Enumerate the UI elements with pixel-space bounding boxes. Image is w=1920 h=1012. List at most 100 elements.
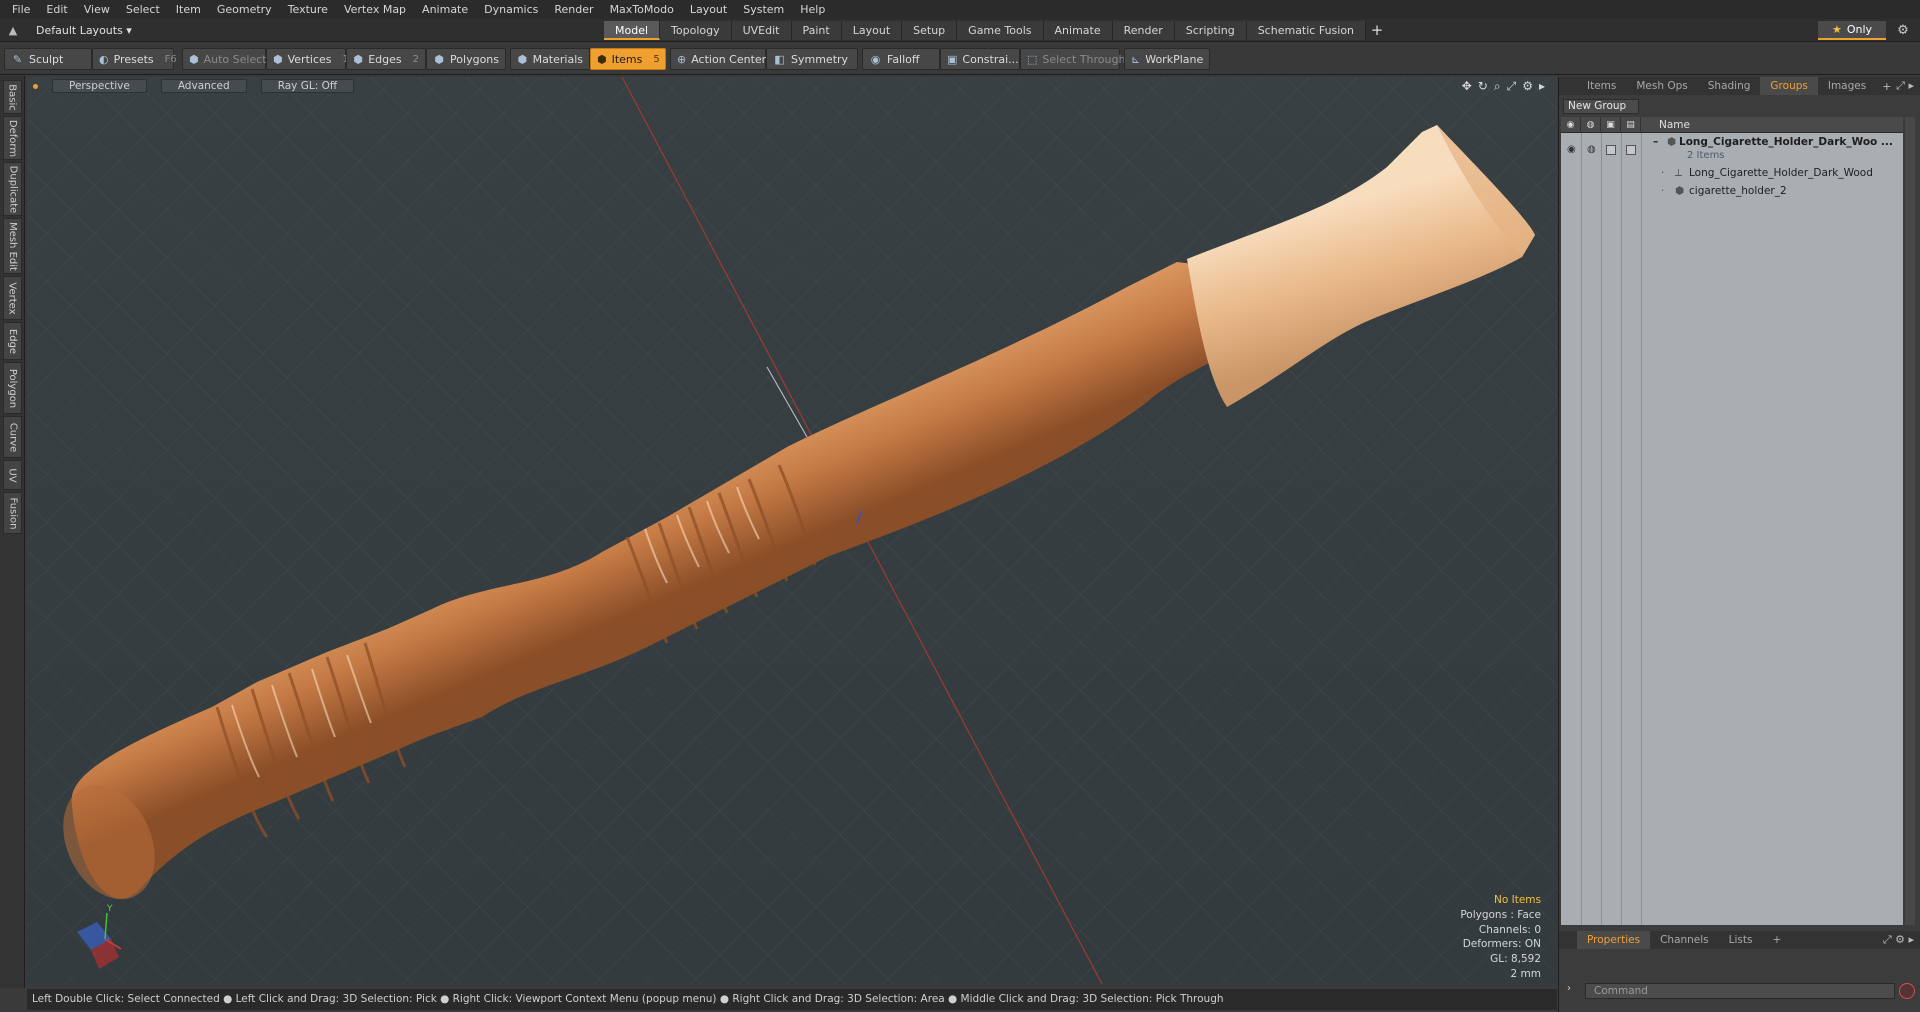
holder-body: [71, 262, 1378, 899]
vertices-button[interactable]: ⬢ Vertices 1: [266, 48, 349, 70]
tab-paint[interactable]: Paint: [791, 21, 842, 40]
command-record-icon[interactable]: [1899, 983, 1915, 999]
tab-setup[interactable]: Setup: [902, 21, 958, 40]
view-mode-dropdown[interactable]: Perspective: [52, 79, 147, 93]
tab-items[interactable]: Items: [1577, 77, 1626, 95]
menu-animate[interactable]: Animate: [414, 0, 476, 19]
visibility-column-icon[interactable]: ◉: [1561, 117, 1581, 133]
menu-select[interactable]: Select: [118, 0, 168, 19]
left-tab-fusion-label: Fusion: [7, 497, 18, 529]
info-channels: Channels: 0: [1478, 923, 1541, 936]
lock-column-icon[interactable]: ▣: [1601, 117, 1621, 133]
left-tab-deform-label: Deform: [7, 119, 19, 157]
left-tab-edge[interactable]: Edge: [3, 322, 22, 360]
name-column-header[interactable]: Name: [1659, 117, 1690, 133]
left-tab-curve[interactable]: Curve: [3, 416, 22, 458]
menu-item[interactable]: Item: [168, 0, 209, 19]
raygl-toggle[interactable]: Ray GL: Off: [260, 79, 355, 93]
tab-schematic-fusion[interactable]: Schematic Fusion: [1246, 21, 1367, 40]
select-column-icon[interactable]: ▤: [1621, 117, 1641, 133]
constraints-label: Constrai...: [962, 52, 1019, 66]
select-through-button[interactable]: ⬚ Select Through: [1020, 48, 1125, 70]
tab-topology[interactable]: Topology: [660, 21, 732, 40]
bottom-panel-tools-icon[interactable]: ⤢ ⚙ ▸: [1883, 931, 1914, 949]
layout-selector[interactable]: Default Layouts ▾: [26, 24, 142, 37]
left-tab-uv[interactable]: UV: [3, 460, 22, 490]
tab-render[interactable]: Render: [1112, 21, 1175, 40]
menu-view[interactable]: View: [76, 0, 118, 19]
maximize-view-icon[interactable]: ⤢: [1507, 79, 1517, 94]
list-item[interactable]: · ⟂ Long_Cigarette_Holder_Dark_Wood: [1561, 165, 1903, 181]
menu-geometry[interactable]: Geometry: [209, 0, 280, 19]
items-icon: ⬢: [597, 52, 607, 66]
presets-button[interactable]: ◐ Presets F6: [92, 48, 177, 70]
move-view-icon[interactable]: ✥: [1462, 79, 1472, 94]
menu-layout[interactable]: Layout: [682, 0, 735, 19]
left-tab-deform[interactable]: Deform: [3, 116, 22, 160]
polygons-label: Polygons: [450, 52, 499, 66]
tab-properties[interactable]: Properties: [1577, 931, 1651, 949]
list-item[interactable]: · ⬢ cigarette_holder_2: [1561, 183, 1903, 199]
tab-lists[interactable]: Lists: [1719, 931, 1763, 949]
menu-render[interactable]: Render: [546, 0, 601, 19]
sculpt-button[interactable]: ✎ Sculpt: [4, 48, 92, 70]
menu-dynamics[interactable]: Dynamics: [476, 0, 546, 19]
menu-vertex-map[interactable]: Vertex Map: [336, 0, 414, 19]
tab-shading[interactable]: Shading: [1698, 77, 1761, 95]
edges-button[interactable]: ⬢ Edges 2: [346, 48, 426, 70]
3d-viewport[interactable]: Y Perspective Advanced Ray GL: Off ✥ ↻ ⌕…: [27, 77, 1557, 984]
tab-channels[interactable]: Channels: [1650, 931, 1719, 949]
left-tab-basic[interactable]: Basic: [3, 80, 22, 114]
column-divider: [1581, 133, 1582, 925]
left-tab-mesh-edit[interactable]: Mesh Edit: [3, 218, 22, 274]
left-tab-duplicate[interactable]: Duplicate: [3, 162, 22, 216]
tab-scripting[interactable]: Scripting: [1174, 21, 1247, 40]
only-button[interactable]: ★ Only: [1818, 21, 1886, 40]
zoom-view-icon[interactable]: ⌕: [1494, 79, 1501, 94]
status-bar: Left Double Click: Select Connected ● Le…: [27, 989, 1557, 1010]
left-tab-fusion[interactable]: Fusion: [3, 492, 22, 534]
items-shortcut: 5: [653, 53, 660, 65]
shading-dropdown[interactable]: Advanced: [160, 79, 247, 93]
tab-layout[interactable]: Layout: [841, 21, 903, 40]
left-tab-vertex[interactable]: Vertex: [3, 276, 22, 320]
tab-mesh-ops[interactable]: Mesh Ops: [1626, 77, 1697, 95]
add-bottom-tab-icon[interactable]: +: [1762, 931, 1791, 949]
menu-texture[interactable]: Texture: [280, 0, 336, 19]
gear-icon[interactable]: ⚙: [1892, 21, 1914, 40]
menu-help[interactable]: Help: [792, 0, 833, 19]
viewport-gear-icon[interactable]: ⚙: [1522, 79, 1533, 94]
auto-select-button[interactable]: ⬢ Auto Select: [182, 48, 267, 70]
items-button[interactable]: ⬢ Items 5: [590, 48, 666, 70]
layout-collapse-icon[interactable]: ▲: [0, 19, 26, 42]
left-tab-polygon[interactable]: Polygon: [3, 362, 22, 414]
tab-uvedit[interactable]: UVEdit: [731, 21, 792, 40]
menu-file[interactable]: File: [4, 0, 38, 19]
tab-images[interactable]: Images: [1818, 77, 1876, 95]
info-polygons: Polygons : Face: [1460, 908, 1541, 921]
viewport-menu-arrow-icon[interactable]: ▸: [1539, 79, 1545, 94]
symmetry-button[interactable]: ◧ Symmetry: [766, 48, 858, 70]
menu-edit[interactable]: Edit: [38, 0, 75, 19]
tab-groups[interactable]: Groups: [1760, 77, 1818, 95]
groups-scrollbar[interactable]: [1905, 117, 1915, 925]
falloff-button[interactable]: ◉ Falloff: [862, 48, 940, 70]
workplane-button[interactable]: ⊾ WorkPlane: [1124, 48, 1210, 70]
command-input[interactable]: Command: [1585, 983, 1895, 999]
menu-system[interactable]: System: [735, 0, 792, 19]
tab-model[interactable]: Model: [604, 21, 661, 40]
add-panel-tab-icon[interactable]: +: [1876, 80, 1897, 93]
constraints-button[interactable]: ▣ Constrai...: [940, 48, 1020, 70]
polygons-button[interactable]: ⬢ Polygons: [426, 48, 506, 70]
materials-button[interactable]: ⬢ Materials: [510, 48, 590, 70]
add-tab-button[interactable]: +: [1366, 21, 1388, 40]
new-group-button[interactable]: New Group: [1563, 99, 1639, 114]
tab-game-tools[interactable]: Game Tools: [957, 21, 1044, 40]
menu-maxtomodo[interactable]: MaxToModo: [602, 0, 682, 19]
tab-animate[interactable]: Animate: [1043, 21, 1113, 40]
action-center-button[interactable]: ⊕ Action Center: [670, 48, 766, 70]
render-column-icon[interactable]: ◍: [1581, 117, 1601, 133]
panel-expand-icon[interactable]: ⤢ ▸: [1896, 77, 1914, 95]
rotate-view-icon[interactable]: ↻: [1478, 79, 1488, 94]
holder-mouthpiece: [1187, 125, 1535, 407]
